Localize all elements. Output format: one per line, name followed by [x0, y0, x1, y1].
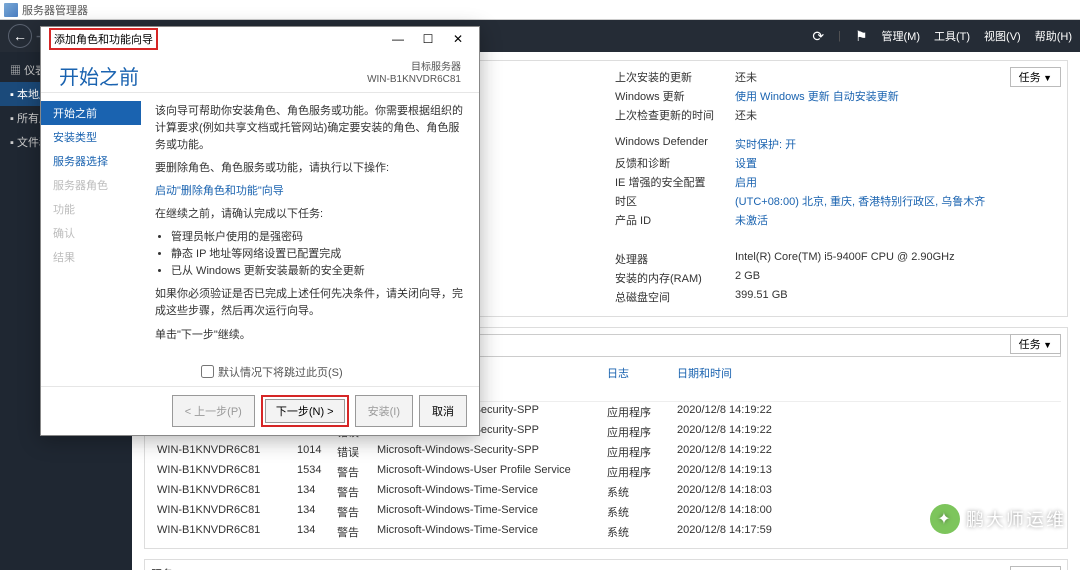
prop-value[interactable]: 启用 [735, 174, 757, 190]
refresh-icon[interactable]: ⟳ [812, 28, 824, 45]
wizard-text: 要删除角色、角色服务或功能，请执行以下操作: [155, 160, 465, 177]
prop-value: 399.51 GB [735, 289, 788, 305]
prev-button: < 上一步(P) [172, 395, 255, 427]
wechat-icon: ✦ [930, 504, 960, 534]
prop-label: Windows 更新 [615, 88, 735, 104]
prop-label: 安装的内存(RAM) [615, 270, 735, 286]
target-label: 目标服务器 [411, 62, 461, 73]
wizard-title: 添加角色和功能向导 [49, 28, 158, 50]
wizard-link[interactable]: 启动"删除角色和功能"向导 [155, 185, 284, 197]
prop-value[interactable]: 未激活 [735, 212, 768, 228]
event-row[interactable]: WIN-B1KNVDR6C81134警告Microsoft-Windows-Ti… [151, 502, 1061, 522]
close-button[interactable]: ✕ [443, 32, 473, 46]
maximize-button[interactable]: ☐ [413, 32, 443, 46]
prop-value: 还未 [735, 107, 757, 123]
wizard-bullet: 已从 Windows 更新安装最新的安全更新 [171, 263, 465, 280]
tasks-button[interactable]: 任务 [1010, 334, 1061, 354]
install-button: 安装(I) [355, 395, 413, 427]
skip-checkbox[interactable] [201, 365, 214, 378]
prop-label: 产品 ID [615, 212, 735, 228]
watermark-text: 鹏大师运维 [966, 506, 1066, 532]
prop-label: IE 增强的安全配置 [615, 174, 735, 190]
menu-manage[interactable]: 管理(M) [882, 28, 921, 44]
prop-label: 上次检查更新的时间 [615, 107, 735, 123]
prop-label: 反馈和诊断 [615, 155, 735, 171]
wizard-step: 结果 [41, 245, 141, 269]
prop-label: Windows Defender [615, 136, 735, 152]
app-titlebar: 服务器管理器 [0, 0, 1080, 20]
prop-value: Intel(R) Core(TM) i5-9400F CPU @ 2.90GHz [735, 251, 955, 267]
tasks-button[interactable]: 任务 [1010, 67, 1061, 87]
prop-value[interactable]: 设置 [735, 155, 757, 171]
wizard-step: 确认 [41, 221, 141, 245]
wizard-bullet: 管理员帐户使用的是强密码 [171, 229, 465, 246]
prop-label: 总磁盘空间 [615, 289, 735, 305]
prop-value: 还未 [735, 69, 757, 85]
menu-tools[interactable]: 工具(T) [934, 28, 970, 44]
prop-value[interactable]: (UTC+08:00) 北京, 重庆, 香港特别行政区, 乌鲁木齐 [735, 193, 985, 209]
event-row[interactable]: WIN-B1KNVDR6C811534警告Microsoft-Windows-U… [151, 462, 1061, 482]
next-button[interactable]: 下一步(N) > [265, 399, 345, 423]
wizard-dialog: 添加角色和功能向导 — ☐ ✕ 开始之前 目标服务器 WIN-B1KNVDR6C… [40, 26, 480, 436]
wizard-text: 单击"下一步"继续。 [155, 327, 465, 344]
menu-view[interactable]: 视图(V) [984, 28, 1021, 44]
event-row[interactable]: WIN-B1KNVDR6C811014错误Microsoft-Windows-S… [151, 442, 1061, 462]
wizard-step[interactable]: 服务器选择 [41, 149, 141, 173]
app-icon [4, 3, 18, 17]
prop-label: 时区 [615, 193, 735, 209]
wizard-text: 该向导可帮助你安装角色、角色服务或功能。你需要根据组织的计算要求(例如共享文档或… [155, 103, 465, 154]
event-row[interactable]: WIN-B1KNVDR6C81134警告Microsoft-Windows-Ti… [151, 522, 1061, 542]
wizard-titlebar[interactable]: 添加角色和功能向导 — ☐ ✕ [41, 27, 479, 51]
target-value: WIN-B1KNVDR6C81 [367, 74, 461, 85]
wizard-bullet: 静态 IP 地址等网络设置已配置完成 [171, 246, 465, 263]
services-panel: 任务 服务所有服务 | 共 187 个 ρ ⊞ ⊟ ⌄ 服务器名称 显示名称 服… [144, 559, 1068, 570]
wizard-step: 服务器角色 [41, 173, 141, 197]
wizard-step[interactable]: 开始之前 [41, 101, 141, 125]
wizard-step: 功能 [41, 197, 141, 221]
wizard-content: 该向导可帮助你安装角色、角色服务或功能。你需要根据组织的计算要求(例如共享文档或… [141, 93, 479, 360]
menu-help[interactable]: 帮助(H) [1035, 28, 1072, 44]
event-row[interactable]: WIN-B1KNVDR6C81134警告Microsoft-Windows-Ti… [151, 482, 1061, 502]
cancel-button[interactable]: 取消 [419, 395, 467, 427]
wizard-nav: 开始之前 安装类型 服务器选择 服务器角色 功能 确认 结果 [41, 93, 141, 360]
prop-value: 2 GB [735, 270, 760, 286]
prop-label: 处理器 [615, 251, 735, 267]
col-log[interactable]: 日志 [601, 363, 671, 399]
col-datetime[interactable]: 日期和时间 [671, 363, 821, 399]
prop-value[interactable]: 使用 Windows 更新 自动安装更新 [735, 88, 899, 104]
skip-label: 默认情况下将跳过此页(S) [218, 364, 343, 380]
wizard-text: 如果你必须验证是否已完成上述任何先决条件，请关闭向导，完成这些步骤，然后再次运行… [155, 286, 465, 320]
prop-value[interactable]: 实时保护: 开 [735, 136, 796, 152]
flag-icon[interactable]: ⚑ [855, 28, 868, 45]
tasks-button[interactable]: 任务 [1010, 566, 1061, 570]
back-button[interactable] [8, 24, 32, 48]
wizard-text: 在继续之前，请确认完成以下任务: [155, 206, 465, 223]
minimize-button[interactable]: — [383, 32, 413, 46]
prop-label: 上次安装的更新 [615, 69, 735, 85]
watermark: ✦ 鹏大师运维 [930, 504, 1066, 534]
app-title: 服务器管理器 [22, 2, 88, 18]
wizard-step[interactable]: 安装类型 [41, 125, 141, 149]
